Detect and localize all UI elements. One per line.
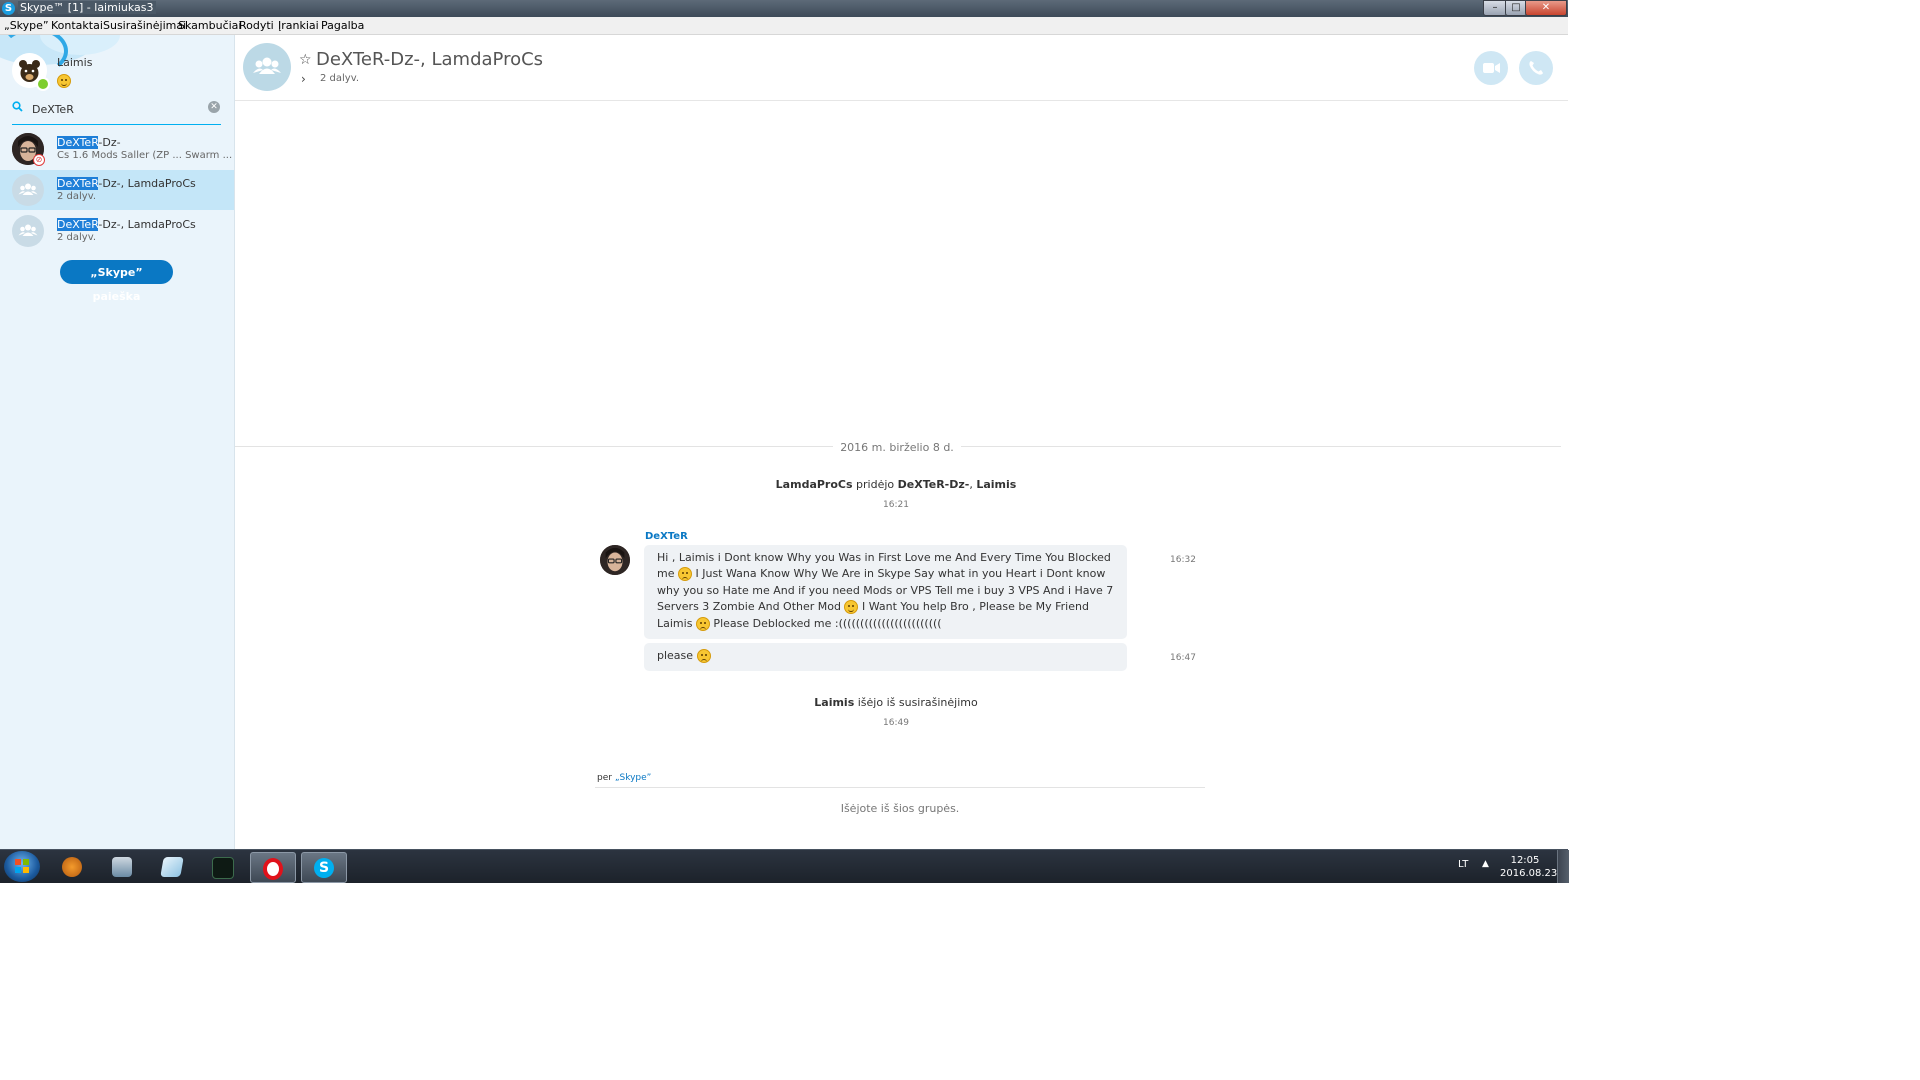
- message-time: 16:32: [1170, 555, 1196, 565]
- explorer-icon: [112, 857, 132, 877]
- result-participants: 2 dalyv.: [57, 232, 97, 243]
- sender-name[interactable]: DeXTeR: [645, 531, 688, 542]
- event-left: Laimis išėjo iš susirašinėjimo: [814, 696, 978, 709]
- taskbar: S LT ▲ 12:05 2016.08.23: [0, 849, 1569, 883]
- vlc-icon: [62, 857, 82, 877]
- menu-help[interactable]: Pagalba: [321, 19, 364, 32]
- smile-emoticon-icon: [844, 600, 859, 615]
- clear-search-icon[interactable]: ✕: [208, 101, 220, 113]
- date-divider: 2016 m. birželio 8 d.: [840, 441, 954, 454]
- event-time: 16:49: [883, 718, 909, 728]
- audio-call-button[interactable]: [1519, 51, 1553, 85]
- sad-emoticon-icon: [677, 567, 692, 582]
- group-icon: [12, 215, 44, 247]
- message-bubble[interactable]: Hi , Laimis i Dont know Why you Was in F…: [644, 545, 1127, 639]
- terminal-icon: [212, 857, 234, 879]
- result-name: DeXTeR-Dz-, LamdaProCs: [57, 177, 196, 190]
- sad-emoticon-icon: [695, 616, 710, 631]
- language-indicator[interactable]: LT: [1458, 859, 1468, 870]
- search-result-contact[interactable]: ⊘ DeXTeR-Dz- Cs 1.6 Mods Saller (ZP ... …: [0, 129, 234, 169]
- via-skype-label: per „Skype”: [597, 773, 652, 783]
- skype-link[interactable]: „Skype”: [615, 773, 652, 783]
- notepad-icon: [160, 857, 184, 877]
- date-divider-line: [961, 446, 1561, 447]
- message-time: 16:47: [1170, 653, 1196, 663]
- date-divider-line: [235, 446, 833, 447]
- taskbar-terminal[interactable]: [200, 852, 244, 881]
- chevron-right-icon[interactable]: ›: [301, 72, 306, 86]
- window-title: Skype™ [1] - laimiukas3: [18, 1, 156, 14]
- skype-icon: S: [314, 858, 334, 878]
- tray-expand-icon[interactable]: ▲: [1482, 859, 1489, 869]
- conversation-title[interactable]: DeXTeR-Dz-, LamdaProCs: [316, 49, 543, 70]
- minimize-button[interactable]: –: [1483, 0, 1507, 16]
- menu-tools[interactable]: Įrankiai: [278, 19, 319, 32]
- menu-conversations[interactable]: Susirašinėjimai: [103, 19, 186, 32]
- sender-avatar[interactable]: [600, 545, 630, 575]
- result-name: DeXTeR-Dz-, LamdaProCs: [57, 218, 196, 231]
- message-bubble[interactable]: please: [644, 643, 1127, 671]
- smiley-icon[interactable]: [57, 74, 71, 88]
- search-underline: [12, 124, 221, 125]
- search-result-group[interactable]: DeXTeR-Dz-, LamdaProCs 2 dalyv.: [0, 211, 234, 251]
- group-icon: [12, 174, 44, 206]
- result-participants: 2 dalyv.: [57, 191, 97, 202]
- skype-directory-search-button[interactable]: „Skype” paieška: [60, 260, 173, 303]
- menu-skype[interactable]: „Skype”: [4, 19, 49, 32]
- taskbar-vlc[interactable]: [50, 852, 94, 881]
- online-status-icon: [36, 77, 50, 91]
- menu-calls[interactable]: Skambučiai: [178, 19, 241, 32]
- close-button[interactable]: ✕: [1525, 0, 1567, 16]
- show-desktop-button[interactable]: [1557, 850, 1569, 883]
- footer-divider: [595, 787, 1205, 788]
- window-title-bar[interactable]: S Skype™ [1] - laimiukas3 – □ ✕: [0, 0, 1568, 17]
- sad-emoticon-icon: [696, 649, 711, 663]
- result-mood: Cs 1.6 Mods Saller (ZP ... Swarm ... U..…: [57, 150, 235, 161]
- conversation-header: ☆ DeXTeR-Dz-, LamdaProCs › 2 dalyv.: [235, 35, 1568, 101]
- result-name: DeXTeR-Dz-: [57, 136, 121, 149]
- taskbar-skype[interactable]: S: [301, 852, 347, 883]
- event-added: LamdaProCs pridėjo DeXTeR-Dz-, Laimis: [775, 478, 1017, 491]
- search-input[interactable]: [32, 101, 202, 117]
- conversation-pane: 2016 m. birželio 8 d. LamdaProCs pridėjo…: [235, 101, 1568, 849]
- search-icon: [12, 101, 23, 115]
- menu-view[interactable]: Rodyti: [239, 19, 274, 32]
- profile-name[interactable]: Laimis: [57, 56, 92, 69]
- clock-date[interactable]: 2016.08.23: [1500, 868, 1557, 879]
- favorite-star-icon[interactable]: ☆: [299, 52, 312, 68]
- blocked-status-icon: ⊘: [33, 154, 45, 166]
- taskbar-notepad[interactable]: [150, 852, 194, 881]
- clock-time[interactable]: 12:05: [1500, 855, 1550, 866]
- start-orb-icon[interactable]: [4, 851, 40, 882]
- menu-contacts[interactable]: Kontaktai: [51, 19, 103, 32]
- left-group-notice: Išėjote iš šios grupės.: [840, 802, 960, 815]
- skype-app-icon: S: [2, 2, 15, 15]
- participant-count[interactable]: 2 dalyv.: [320, 73, 359, 84]
- opera-icon: [263, 858, 283, 880]
- maximize-button[interactable]: □: [1505, 0, 1527, 16]
- event-time: 16:21: [883, 500, 909, 510]
- group-avatar-icon[interactable]: [243, 43, 291, 91]
- sidebar: Laimis ✕ ⊘ DeXTeR-Dz- Cs 1.6 Mods Saller…: [0, 35, 235, 849]
- taskbar-explorer[interactable]: [100, 852, 144, 881]
- menu-bar: „Skype” Kontaktai Susirašinėjimai Skambu…: [0, 17, 1568, 35]
- search-result-group[interactable]: DeXTeR-Dz-, LamdaProCs 2 dalyv.: [0, 170, 234, 210]
- video-call-button[interactable]: [1474, 51, 1508, 85]
- taskbar-opera[interactable]: [250, 852, 296, 883]
